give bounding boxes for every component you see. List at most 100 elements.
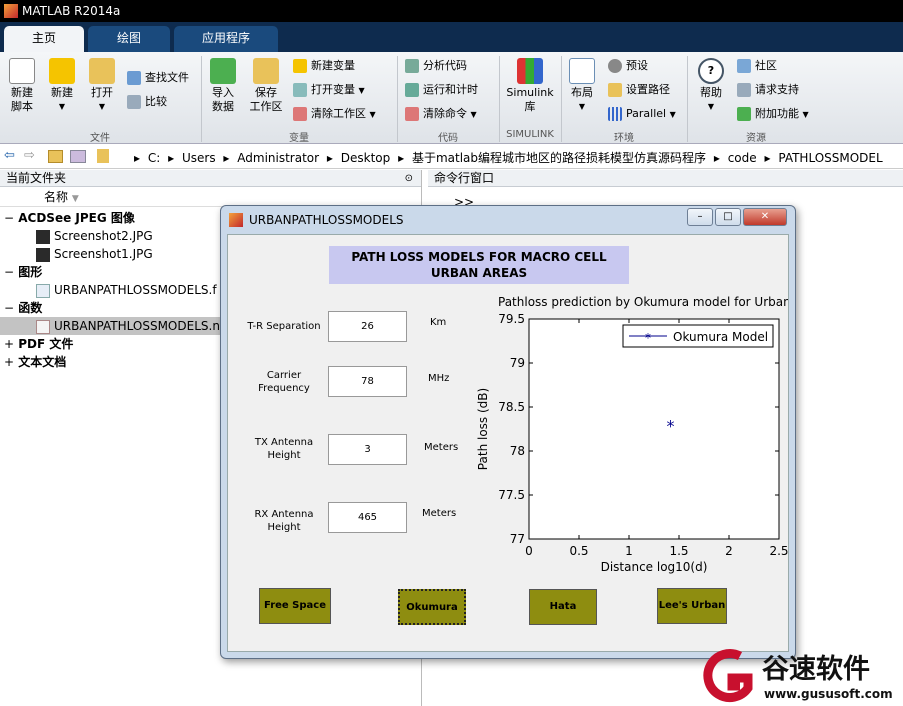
preferences-button[interactable]: 预设 xyxy=(608,56,648,76)
breadcrumb-separator: ▸ xyxy=(398,151,405,165)
open-button[interactable]: 打开 ▼ xyxy=(84,58,120,114)
tree-category-label: 图形 xyxy=(18,265,43,279)
folder-icon xyxy=(89,58,115,84)
new-button[interactable]: 新建 ▼ xyxy=(44,58,80,114)
simulink-library-button[interactable]: Simulink 库 xyxy=(504,58,556,114)
save-workspace-button[interactable]: 保存 工作区 xyxy=(246,58,286,114)
legend-marker-icon: * xyxy=(645,331,651,345)
chevron-down-icon: ▼ xyxy=(578,102,586,111)
field-label: TX Antenna Height xyxy=(254,437,314,461)
analyze-code-label: 分析代码 xyxy=(423,59,467,72)
layout-icon xyxy=(569,58,595,84)
set-path-icon xyxy=(608,83,622,97)
collapse-icon: − xyxy=(4,301,15,315)
chevron-down-icon: ▼ xyxy=(802,110,809,119)
figure-window: URBANPATHLOSSMODELS – □ ✕ PATH LOSS MODE… xyxy=(220,205,796,659)
tree-category-label: PDF 文件 xyxy=(18,337,74,351)
new-script-label: 新建 脚本 xyxy=(11,86,33,113)
up-folder-icon[interactable] xyxy=(48,150,63,163)
hata-button[interactable]: Hata xyxy=(529,589,597,625)
browse-folder-icon[interactable] xyxy=(70,150,86,163)
breadcrumb-separator: ▸ xyxy=(168,151,175,165)
chart-legend: * Okumura Model xyxy=(622,324,774,348)
fig-file-icon xyxy=(36,283,50,298)
community-button[interactable]: 社区 xyxy=(737,56,777,76)
breadcrumb-item[interactable]: code xyxy=(728,151,757,165)
set-path-label: 设置路径 xyxy=(626,83,670,96)
toolstrip-tabs: 主页 绘图 应用程序 xyxy=(0,22,903,52)
field-label: RX Antenna Height xyxy=(254,509,314,533)
file-name: URBANPATHLOSSMODELS.f xyxy=(54,283,217,297)
open-label: 打开 xyxy=(91,86,113,99)
open-variable-icon xyxy=(293,83,307,97)
lees-urban-button[interactable]: Lee's Urban xyxy=(657,588,727,624)
tx-antenna-height-input[interactable]: 3 xyxy=(328,434,407,465)
open-variable-button[interactable]: 打开变量 ▼ xyxy=(293,80,365,100)
new-variable-button[interactable]: 新建变量 xyxy=(293,56,355,76)
breadcrumb-item[interactable]: 基于matlab编程城市地区的路径损耗模型仿真源码程序 xyxy=(412,151,706,165)
watermark-url: www.gususoft.com xyxy=(764,687,893,701)
carrier-frequency-input[interactable]: 78 xyxy=(328,366,407,397)
column-header-name[interactable]: 名称 ▼ xyxy=(0,187,421,207)
breadcrumb-item[interactable]: Desktop xyxy=(341,151,391,165)
new-script-icon xyxy=(9,58,35,84)
free-space-button[interactable]: Free Space xyxy=(259,588,331,624)
back-icon[interactable]: ⇦ xyxy=(4,148,15,163)
tab-home[interactable]: 主页 xyxy=(4,26,84,52)
breadcrumb-item[interactable]: PATHLOSSMODEL xyxy=(778,151,882,165)
breadcrumb-separator: ▸ xyxy=(134,151,141,165)
run-and-time-button[interactable]: 运行和计时 xyxy=(405,80,478,100)
forward-icon[interactable]: ⇨ xyxy=(24,148,35,163)
y-tick-label: 78 xyxy=(510,444,525,458)
x-tick-label: 1 xyxy=(625,544,633,558)
group-label-variable: 变量 xyxy=(289,133,309,144)
set-path-button[interactable]: 设置路径 xyxy=(608,80,670,100)
collapse-icon: − xyxy=(4,211,15,225)
parallel-button[interactable]: Parallel ▼ xyxy=(608,104,676,124)
title-bar: MATLAB R2014a xyxy=(0,0,903,22)
run-and-time-icon xyxy=(405,83,419,97)
close-button[interactable]: ✕ xyxy=(743,208,787,226)
breadcrumb-item[interactable]: C: xyxy=(148,151,160,165)
tab-plots[interactable]: 绘图 xyxy=(88,26,170,52)
community-icon xyxy=(737,59,751,73)
group-label-resources: 资源 xyxy=(746,133,766,144)
breadcrumb-separator: ▸ xyxy=(326,151,333,165)
rx-antenna-height-input[interactable]: 465 xyxy=(328,502,407,533)
tr-separation-input[interactable]: 26 xyxy=(328,311,407,342)
pane-menu-icon[interactable]: ⊙ xyxy=(405,170,413,187)
data-point-marker: * xyxy=(667,417,675,436)
jpg-file-icon xyxy=(36,229,50,244)
import-data-button[interactable]: 导入 数据 xyxy=(206,58,240,114)
clear-commands-button[interactable]: 清除命令 ▼ xyxy=(405,104,477,124)
maximize-button[interactable]: □ xyxy=(715,208,741,226)
okumura-button[interactable]: Okumura xyxy=(398,589,466,625)
clear-workspace-icon xyxy=(293,107,307,121)
breadcrumb-separator: ▸ xyxy=(764,151,771,165)
community-label: 社区 xyxy=(755,59,777,72)
import-label: 导入 数据 xyxy=(212,86,234,113)
help-button[interactable]: ? 帮助 ▼ xyxy=(694,58,728,114)
find-files-button[interactable]: 查找文件 xyxy=(127,68,189,88)
jpg-file-icon xyxy=(36,247,50,262)
group-label-environment: 环境 xyxy=(614,133,634,144)
new-script-button[interactable]: 新建 脚本 xyxy=(4,58,40,114)
watermark-brand: 谷速软件 xyxy=(762,654,870,685)
compare-button[interactable]: 比较 xyxy=(127,92,167,112)
clear-workspace-button[interactable]: 清除工作区 ▼ xyxy=(293,104,376,124)
request-support-button[interactable]: 请求支持 xyxy=(737,80,799,100)
breadcrumb-item[interactable]: Administrator xyxy=(237,151,319,165)
tab-apps[interactable]: 应用程序 xyxy=(174,26,278,52)
chevron-down-icon: ▼ xyxy=(470,110,477,119)
minimize-button[interactable]: – xyxy=(687,208,713,226)
new-variable-label: 新建变量 xyxy=(311,59,355,72)
add-ons-button[interactable]: 附加功能 ▼ xyxy=(737,104,809,124)
breadcrumb-item[interactable]: Users xyxy=(182,151,216,165)
analyze-code-button[interactable]: 分析代码 xyxy=(405,56,467,76)
breadcrumb-separator: ▸ xyxy=(223,151,230,165)
sort-icon: ▼ xyxy=(71,194,79,204)
clear-commands-icon xyxy=(405,107,419,121)
chevron-down-icon: ▼ xyxy=(369,110,376,119)
layout-button[interactable]: 布局 ▼ xyxy=(566,58,598,114)
compare-label: 比较 xyxy=(145,95,167,108)
